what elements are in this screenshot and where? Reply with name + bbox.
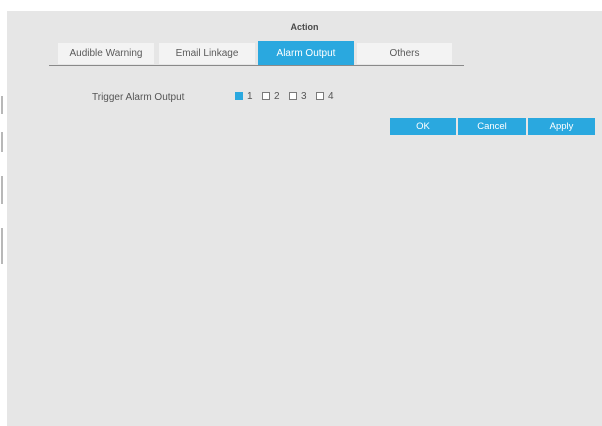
option-label: 3 <box>301 90 307 102</box>
edge-mark <box>1 176 3 204</box>
left-edge-strip <box>0 0 7 426</box>
cancel-button[interactable]: Cancel <box>458 118 526 135</box>
tab-underline <box>49 65 464 66</box>
tab-bar: Audible Warning Email Linkage Alarm Outp… <box>49 41 464 66</box>
tab-email-linkage[interactable]: Email Linkage <box>159 43 255 64</box>
checkbox-checked[interactable] <box>235 92 243 100</box>
edge-mark <box>1 228 3 264</box>
checkbox[interactable] <box>316 92 324 100</box>
trigger-alarm-output-label: Trigger Alarm Output <box>92 92 185 103</box>
alarm-output-option-3[interactable]: 3 <box>289 90 307 102</box>
checkbox[interactable] <box>262 92 270 100</box>
edge-mark <box>1 132 3 152</box>
dialog-title: Action <box>290 22 319 32</box>
action-dialog: Action Audible Warning Email Linkage Ala… <box>7 11 602 426</box>
apply-button[interactable]: Apply <box>528 118 595 135</box>
tab-alarm-output[interactable]: Alarm Output <box>258 41 354 65</box>
edge-mark <box>1 96 3 114</box>
option-label: 2 <box>274 90 280 102</box>
tab-audible-warning[interactable]: Audible Warning <box>58 43 154 64</box>
alarm-output-option-2[interactable]: 2 <box>262 90 280 102</box>
alarm-output-option-1[interactable]: 1 <box>235 90 253 102</box>
option-label: 1 <box>247 90 253 102</box>
tab-others[interactable]: Others <box>357 43 452 64</box>
checkbox[interactable] <box>289 92 297 100</box>
alarm-output-option-4[interactable]: 4 <box>316 90 334 102</box>
ok-button[interactable]: OK <box>390 118 456 135</box>
option-label: 4 <box>328 90 334 102</box>
